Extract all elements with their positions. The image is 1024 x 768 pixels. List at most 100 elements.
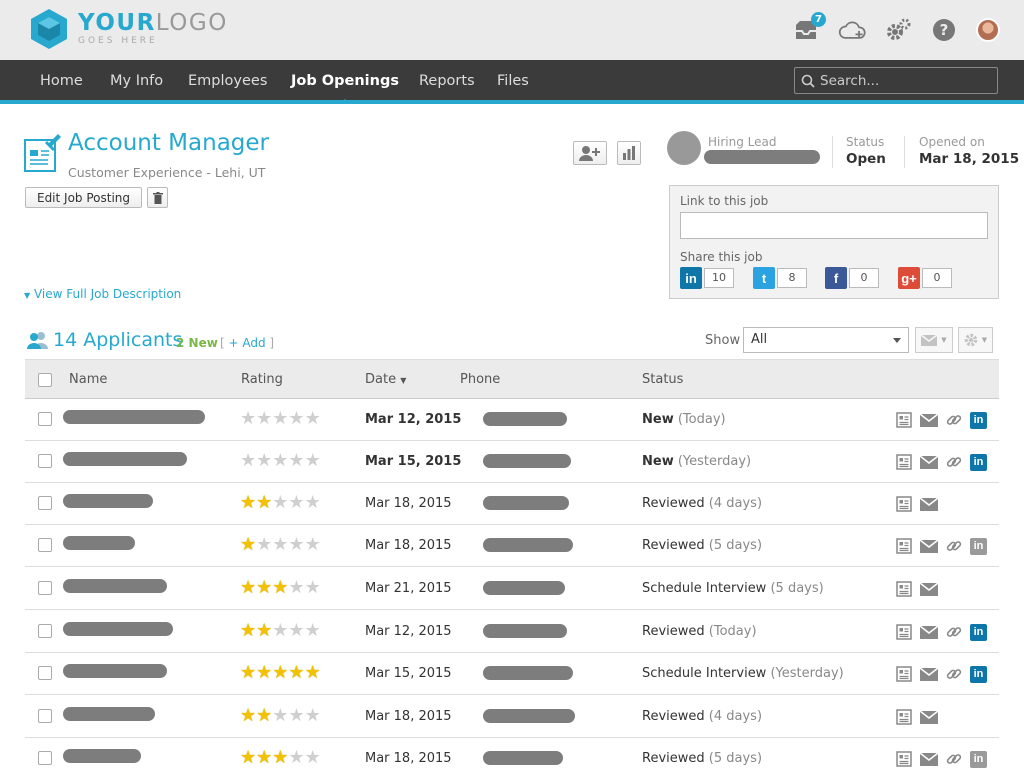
star-icon[interactable]: ★ xyxy=(305,747,321,768)
rating-stars[interactable]: ★★★★★ xyxy=(240,707,321,725)
star-icon[interactable]: ★ xyxy=(240,492,256,513)
applicant-name-redacted[interactable] xyxy=(63,452,187,466)
email-applicant-button[interactable] xyxy=(920,495,938,513)
star-icon[interactable]: ★ xyxy=(240,705,256,726)
rating-stars[interactable]: ★★★★★ xyxy=(240,749,321,767)
applicant-status[interactable]: Reviewed (4 days) xyxy=(642,496,762,511)
inbox-button[interactable]: 7 xyxy=(792,12,826,44)
share-googleplus-button[interactable]: g+ 0 xyxy=(898,267,952,289)
column-date[interactable]: Date ▼ xyxy=(365,372,406,387)
applicant-name-redacted[interactable] xyxy=(63,579,167,593)
star-icon[interactable]: ★ xyxy=(240,620,256,641)
resume-button[interactable] xyxy=(895,623,913,641)
row-checkbox[interactable] xyxy=(38,496,52,510)
applicant-name-redacted[interactable] xyxy=(63,494,153,508)
linkedin-profile-icon[interactable]: in xyxy=(970,623,987,641)
star-icon[interactable]: ★ xyxy=(256,492,272,513)
row-checkbox[interactable] xyxy=(38,581,52,595)
nav-files[interactable]: Files xyxy=(497,60,529,100)
website-link-button[interactable] xyxy=(945,411,963,429)
star-icon[interactable]: ★ xyxy=(240,662,256,683)
website-link-button[interactable] xyxy=(945,665,963,683)
star-icon[interactable]: ★ xyxy=(305,534,321,555)
help-button[interactable]: ? xyxy=(930,16,958,44)
new-applicants-badge[interactable]: 2 New xyxy=(176,336,218,350)
email-applicant-button[interactable] xyxy=(920,453,938,471)
nav-employees[interactable]: Employees xyxy=(188,60,267,100)
applicant-name-redacted[interactable] xyxy=(63,664,167,678)
table-row[interactable]: ★★★★★ Mar 18, 2015 Reviewed (4 days) xyxy=(25,483,999,525)
row-checkbox[interactable] xyxy=(38,412,52,426)
applicant-name-redacted[interactable] xyxy=(63,622,173,636)
star-icon[interactable]: ★ xyxy=(288,662,304,683)
applicant-status[interactable]: Reviewed (Today) xyxy=(642,624,757,639)
star-icon[interactable]: ★ xyxy=(305,705,321,726)
delete-job-button[interactable] xyxy=(147,187,168,208)
row-checkbox[interactable] xyxy=(38,751,52,765)
star-icon[interactable]: ★ xyxy=(256,705,272,726)
resume-button[interactable] xyxy=(895,537,913,555)
add-applicant-link[interactable]: [ + Add ] xyxy=(220,336,274,350)
star-icon[interactable]: ★ xyxy=(305,408,321,429)
email-applicant-button[interactable] xyxy=(920,665,938,683)
resume-button[interactable] xyxy=(895,411,913,429)
upload-button[interactable] xyxy=(838,16,866,44)
star-icon[interactable]: ★ xyxy=(272,747,288,768)
table-row[interactable]: ★★★★★ Mar 18, 2015 Reviewed (4 days) xyxy=(25,696,999,738)
applicant-name-redacted[interactable] xyxy=(63,410,205,424)
rating-stars[interactable]: ★★★★★ xyxy=(240,579,321,597)
resume-button[interactable] xyxy=(895,580,913,598)
settings-button[interactable] xyxy=(884,16,912,44)
star-icon[interactable]: ★ xyxy=(272,450,288,471)
applicant-name-redacted[interactable] xyxy=(63,749,141,763)
website-link-button[interactable] xyxy=(945,453,963,471)
applicant-status[interactable]: Reviewed (5 days) xyxy=(642,538,762,553)
applicant-status[interactable]: Reviewed (5 days) xyxy=(642,751,762,766)
star-icon[interactable]: ★ xyxy=(305,450,321,471)
add-hiring-member-button[interactable] xyxy=(573,141,607,165)
view-full-job-description-link[interactable]: ▼ View Full Job Description xyxy=(24,287,181,301)
website-link-button[interactable] xyxy=(945,537,963,555)
star-icon[interactable]: ★ xyxy=(272,705,288,726)
linkedin-profile-icon[interactable]: in xyxy=(970,453,987,471)
linkedin-profile-icon[interactable]: in xyxy=(970,537,987,555)
table-row[interactable]: ★★★★★ Mar 12, 2015 Reviewed (Today) in xyxy=(25,611,999,653)
row-checkbox[interactable] xyxy=(38,538,52,552)
star-icon[interactable]: ★ xyxy=(305,492,321,513)
rating-stars[interactable]: ★★★★★ xyxy=(240,494,321,512)
table-row[interactable]: ★★★★★ Mar 12, 2015 New (Today) in xyxy=(25,399,999,441)
applicant-status[interactable]: New (Yesterday) xyxy=(642,454,751,469)
applicant-status[interactable]: Schedule Interview (Yesterday) xyxy=(642,666,844,681)
email-applicant-button[interactable] xyxy=(920,580,938,598)
rating-stars[interactable]: ★★★★★ xyxy=(240,622,321,640)
star-icon[interactable]: ★ xyxy=(240,408,256,429)
linkedin-profile-icon[interactable]: in xyxy=(970,750,987,768)
resume-button[interactable] xyxy=(895,750,913,768)
share-facebook-button[interactable]: f 0 xyxy=(825,267,879,289)
star-icon[interactable]: ★ xyxy=(288,705,304,726)
column-name[interactable]: Name xyxy=(69,372,107,387)
star-icon[interactable]: ★ xyxy=(272,408,288,429)
user-avatar[interactable] xyxy=(976,18,1000,42)
email-applicant-button[interactable] xyxy=(920,623,938,641)
nav-job-openings[interactable]: Job Openings xyxy=(291,60,399,104)
email-bulk-dropdown[interactable]: ▼ xyxy=(915,327,953,353)
rating-stars[interactable]: ★★★★★ xyxy=(240,536,321,554)
star-icon[interactable]: ★ xyxy=(288,577,304,598)
star-icon[interactable]: ★ xyxy=(305,620,321,641)
star-icon[interactable]: ★ xyxy=(256,620,272,641)
star-icon[interactable]: ★ xyxy=(256,450,272,471)
job-reports-button[interactable] xyxy=(617,141,641,165)
select-all-checkbox[interactable] xyxy=(38,373,52,387)
share-twitter-button[interactable]: t 8 xyxy=(753,267,807,289)
star-icon[interactable]: ★ xyxy=(256,408,272,429)
table-row[interactable]: ★★★★★ Mar 21, 2015 Schedule Interview (5 d… xyxy=(25,568,999,610)
star-icon[interactable]: ★ xyxy=(272,534,288,555)
job-link-input[interactable] xyxy=(680,212,988,239)
nav-home[interactable]: Home xyxy=(40,60,83,100)
resume-button[interactable] xyxy=(895,665,913,683)
star-icon[interactable]: ★ xyxy=(240,534,256,555)
column-rating[interactable]: Rating xyxy=(241,372,283,387)
star-icon[interactable]: ★ xyxy=(288,534,304,555)
resume-button[interactable] xyxy=(895,708,913,726)
